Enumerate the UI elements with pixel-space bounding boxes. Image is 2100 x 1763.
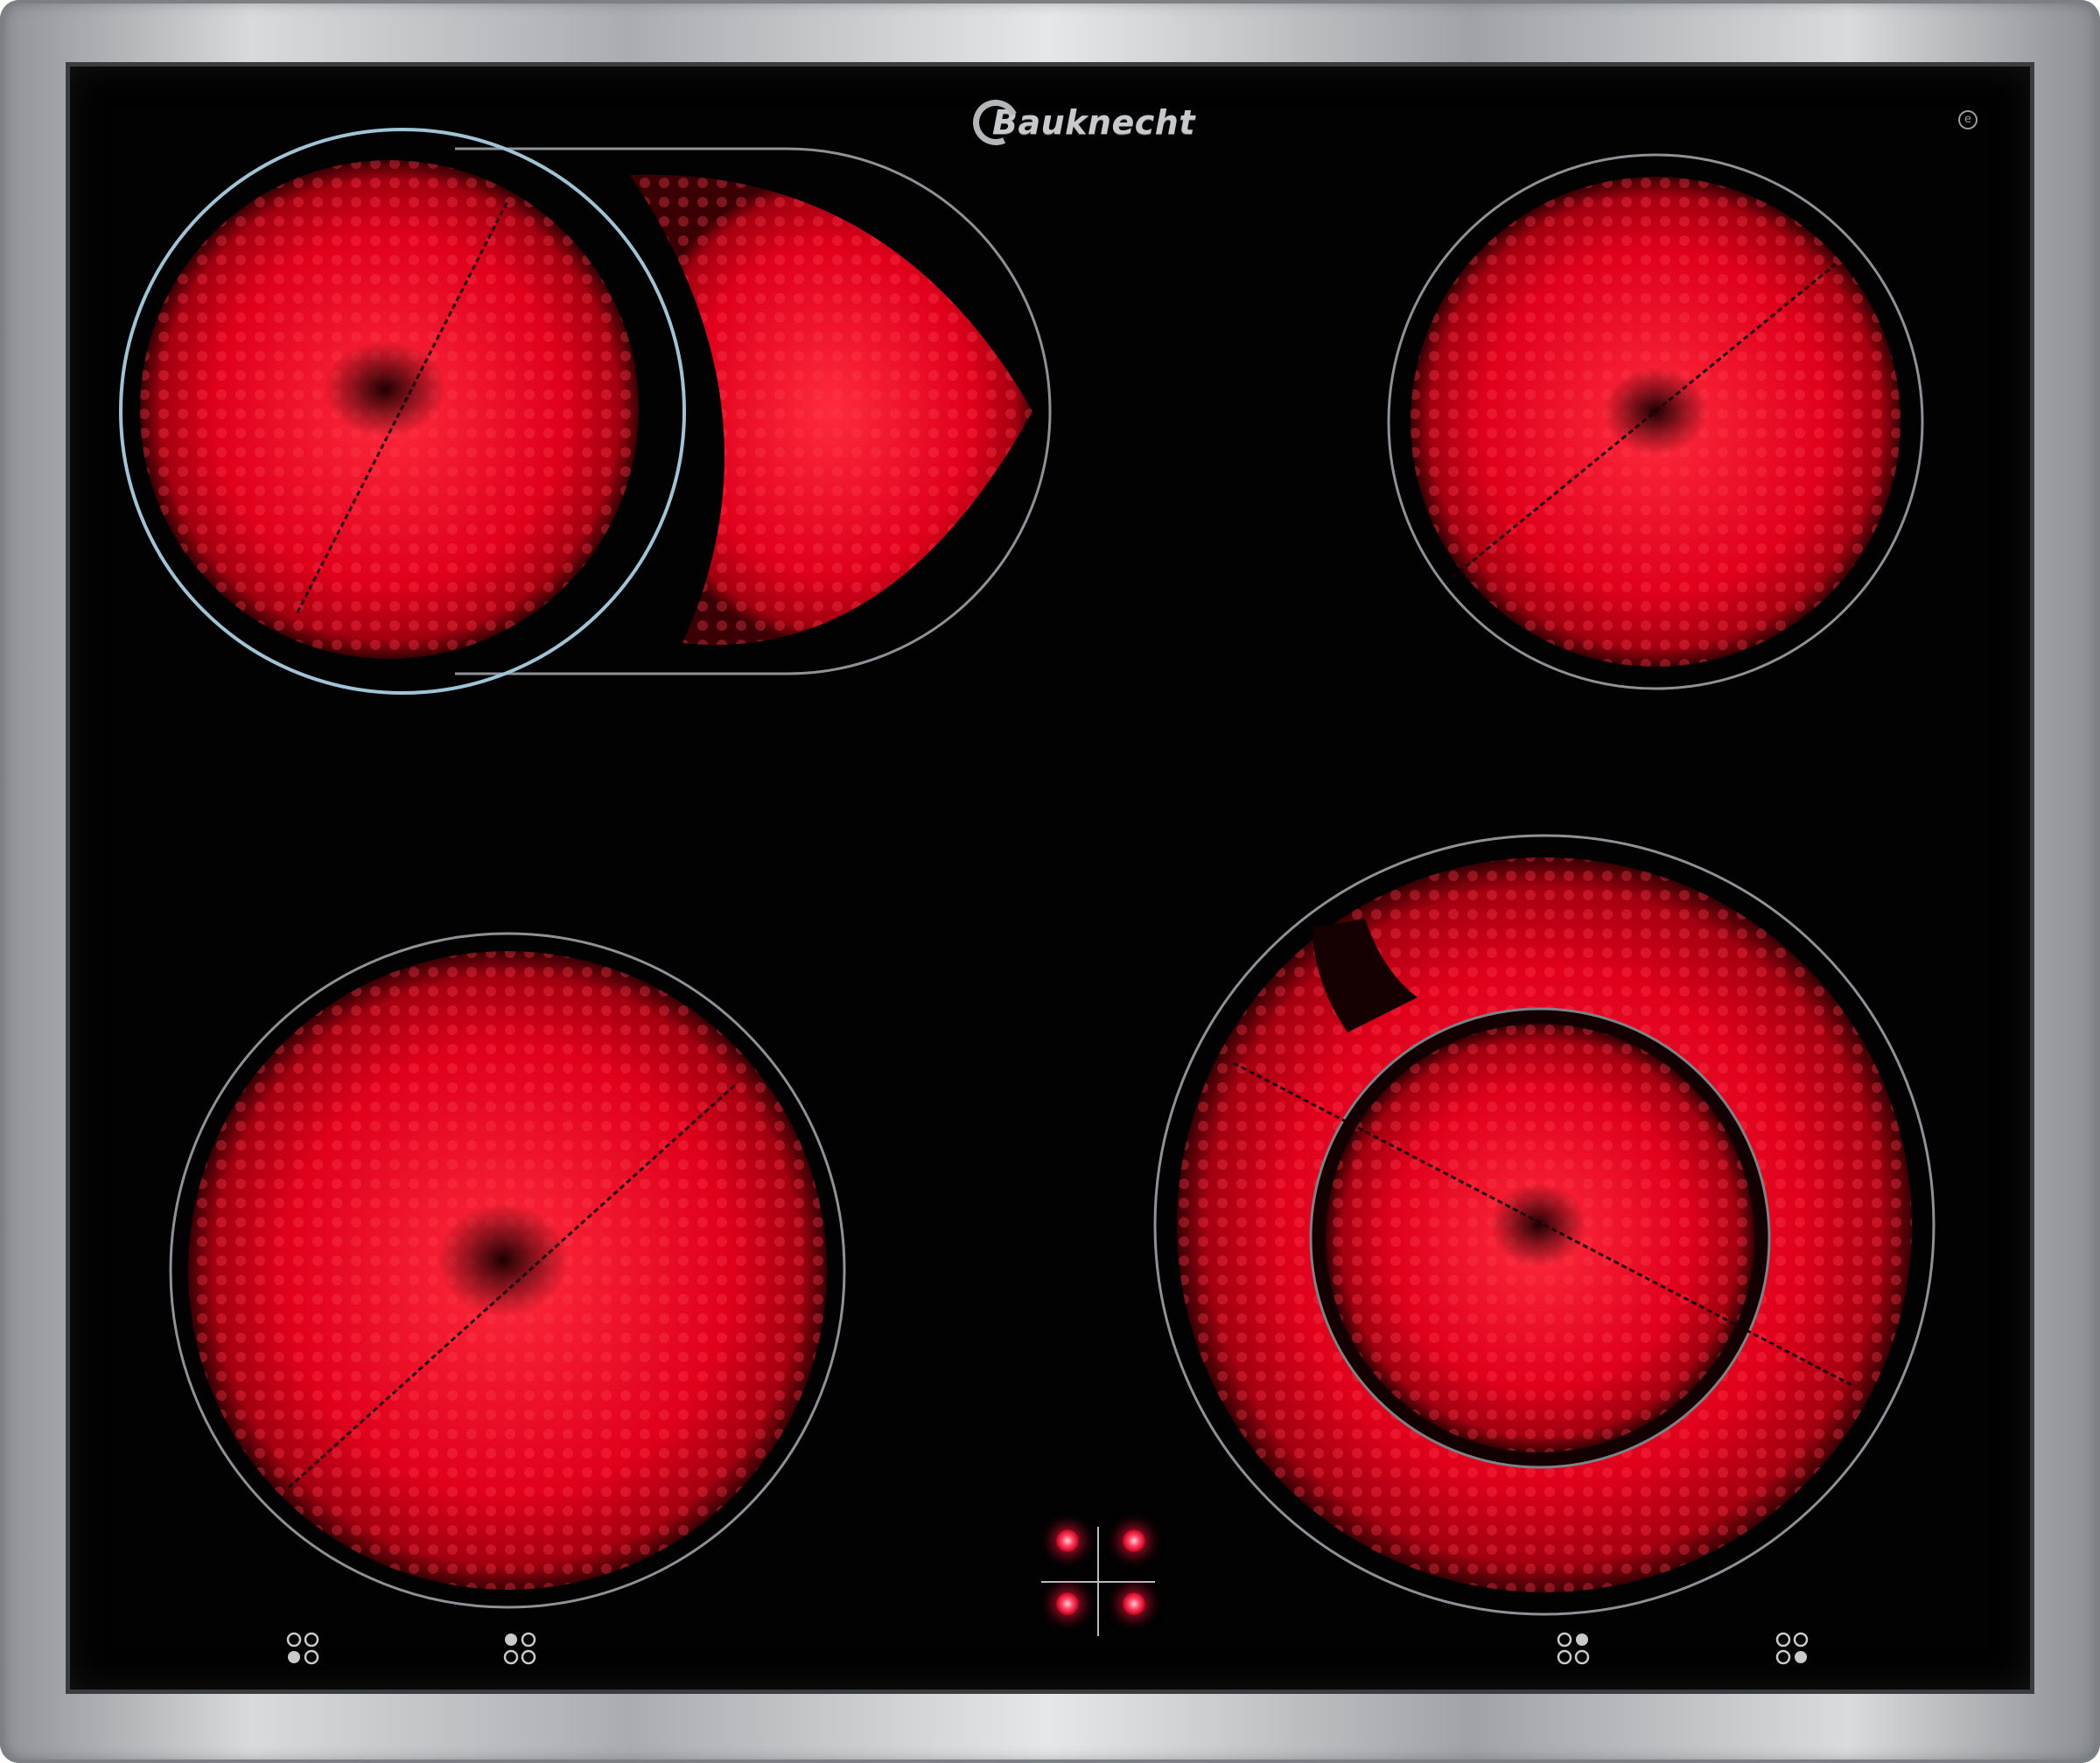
indicator-front-left [1056,1592,1079,1615]
cooktop-frame: Bauknecht e [0,0,2100,1763]
zone-front-left-center [438,1203,569,1317]
zone-rear-left-extension-texture [630,174,1032,645]
brand-name: Bauknecht [992,103,1195,142]
zone-position-icon-rear-left [503,1632,536,1665]
zone-front-right-center [1490,1183,1586,1267]
zone-rear-left [119,128,1052,695]
zone-rear-left-center [324,341,446,437]
logo-swoosh-icon [966,93,1026,152]
zone-front-right [1153,834,1936,1616]
cooking-zones-layer [119,128,1936,1636]
indicator-front-right [1123,1592,1145,1615]
zone-position-icon-rear-right [1557,1632,1590,1665]
indicator-rear-right [1123,1529,1145,1552]
zone-position-icon-front-right [1775,1632,1809,1665]
bauknecht-logo: Bauknecht [966,93,1227,152]
zone-rear-right [1387,153,1924,690]
zone-front-left [169,932,846,1609]
energy-mark-icon: e [1958,110,1978,129]
indicator-rear-left [1056,1529,1079,1552]
zone-position-icon-front-left [286,1632,319,1665]
